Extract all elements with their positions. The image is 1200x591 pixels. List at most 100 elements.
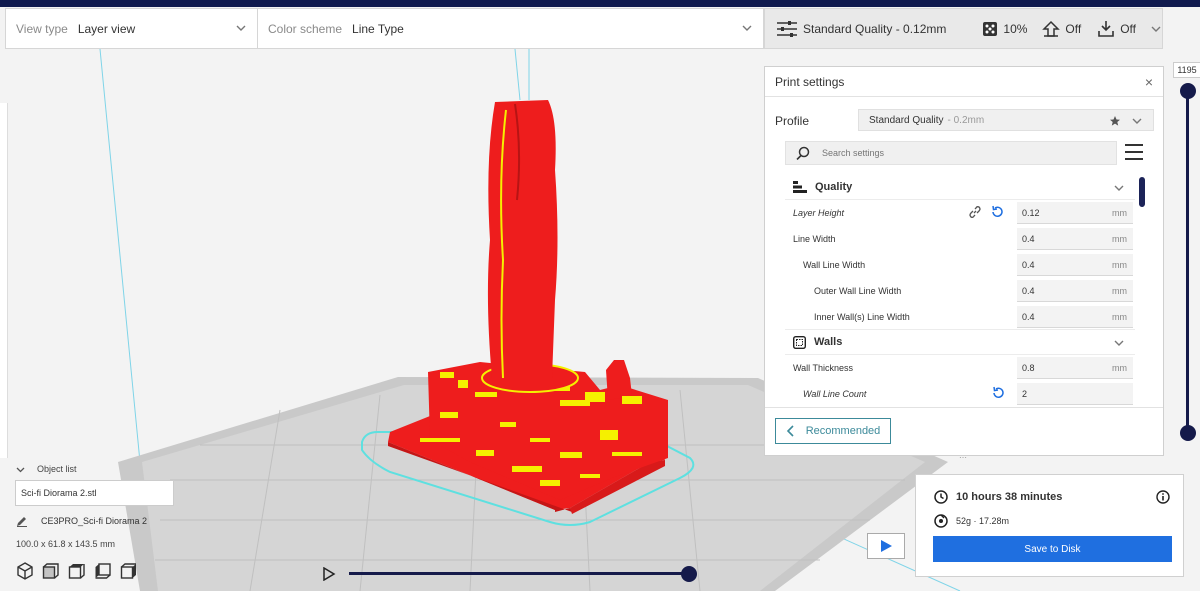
panel-title: Print settings xyxy=(775,74,845,89)
3d-view-icon[interactable] xyxy=(16,562,34,580)
setting-wall-thickness: Wall Thickness 0.8 mm xyxy=(785,355,1135,381)
layer-slider-track[interactable] xyxy=(1186,88,1189,434)
walls-icon xyxy=(793,335,806,349)
color-scheme-value: Line Type xyxy=(352,21,404,36)
setting-value: 2 xyxy=(1022,388,1028,399)
recommended-label: Recommended xyxy=(805,425,881,437)
close-icon[interactable]: × xyxy=(1145,74,1153,90)
color-scheme-select[interactable]: Color scheme Line Type xyxy=(257,8,764,49)
right-view-icon[interactable] xyxy=(120,562,138,580)
object-list-toggle[interactable]: Object list xyxy=(16,464,77,474)
search-input[interactable] xyxy=(822,148,1082,158)
section-quality[interactable]: Quality xyxy=(785,175,1135,200)
path-timeline-track[interactable] xyxy=(349,572,691,575)
setting-value: 0.4 xyxy=(1022,259,1035,270)
settings-list[interactable]: Quality Layer Height 0.12 mm Line Width … xyxy=(785,175,1135,407)
adhesion-value: Off xyxy=(1120,21,1137,36)
reset-icon[interactable] xyxy=(991,386,1005,400)
setting-field[interactable]: 0.4 mm xyxy=(1017,228,1133,250)
setting-field[interactable]: 0.8 mm xyxy=(1017,357,1133,379)
support-value: Off xyxy=(1065,21,1082,36)
reset-icon[interactable] xyxy=(990,205,1004,219)
3d-viewport[interactable]: View type Layer view Color scheme Line T… xyxy=(0,0,1200,591)
setting-field[interactable]: 0.4 mm xyxy=(1017,306,1133,328)
object-list-item[interactable]: Sci-fi Diorama 2.stl xyxy=(15,480,174,506)
chevron-down-icon xyxy=(1114,340,1124,346)
top-view-icon[interactable] xyxy=(68,562,86,580)
setting-line-width: Line Width 0.4 mm xyxy=(785,226,1135,252)
setting-layer-height: Layer Height 0.12 mm xyxy=(785,200,1135,226)
setting-field[interactable]: 0.12 mm xyxy=(1017,202,1133,224)
profile-label: Profile xyxy=(775,114,810,128)
resize-grip-icon[interactable]: ⋯ xyxy=(959,453,967,462)
color-scheme-label: Color scheme xyxy=(268,21,343,36)
sliders-icon xyxy=(777,20,797,37)
chevron-down-icon xyxy=(742,25,752,31)
left-toolbar-edge xyxy=(0,103,8,458)
quality-icon xyxy=(793,181,807,193)
setting-outer-wall-line-width: Outer Wall Line Width 0.4 mm xyxy=(785,278,1135,304)
info-icon[interactable] xyxy=(1156,490,1170,504)
panel-header: Print settings × xyxy=(765,67,1163,97)
chevron-left-icon xyxy=(786,425,794,437)
settings-scrollbar[interactable] xyxy=(1139,177,1145,207)
save-to-disk-button[interactable]: Save to Disk xyxy=(933,536,1172,562)
profile-value: Standard Quality xyxy=(869,114,944,126)
axis-line-center xyxy=(514,48,521,101)
front-view-icon[interactable] xyxy=(42,562,60,580)
setting-value: 0.8 xyxy=(1022,362,1035,373)
print-time: 10 hours 38 minutes xyxy=(956,491,1063,503)
chevron-down-icon xyxy=(236,25,246,31)
setting-unit: mm xyxy=(1112,312,1127,322)
job-name-row[interactable]: CE3PRO_Sci-fi Diorama 2 xyxy=(16,515,147,527)
print-settings-panel: Print settings × Profile Standard Qualit… xyxy=(764,66,1164,462)
print-settings-summary[interactable]: Standard Quality - 0.12mm 10% Off Off xyxy=(764,8,1163,49)
star-icon[interactable] xyxy=(1109,115,1121,127)
panel-footer: Recommended xyxy=(765,407,1163,455)
setting-field[interactable]: 2 xyxy=(1017,383,1133,405)
setting-name: Wall Thickness xyxy=(793,363,854,373)
settings-menu-icon[interactable] xyxy=(1125,144,1143,160)
view-type-label: View type xyxy=(16,21,68,36)
infill-value: 10% xyxy=(1003,21,1028,36)
preview-button[interactable] xyxy=(867,533,905,559)
section-walls[interactable]: Walls xyxy=(785,330,1135,355)
setting-name: Layer Height xyxy=(793,208,845,218)
setting-icons xyxy=(991,386,1005,400)
setting-value: 0.4 xyxy=(1022,311,1035,322)
setting-name: Inner Wall(s) Line Width xyxy=(814,311,910,322)
setting-field[interactable]: 0.4 mm xyxy=(1017,280,1133,302)
chevron-down-icon xyxy=(16,467,25,472)
print-time-row: 10 hours 38 minutes xyxy=(934,490,1062,504)
chevron-down-icon xyxy=(1151,26,1161,32)
model-dimensions: 100.0 x 61.8 x 143.5 mm xyxy=(16,539,116,549)
pencil-icon[interactable] xyxy=(16,515,28,527)
setting-value: 0.12 xyxy=(1022,207,1040,218)
adhesion-icon xyxy=(1098,20,1115,37)
setting-wall-line-count: Wall Line Count 2 xyxy=(785,381,1135,407)
left-view-icon[interactable] xyxy=(94,562,112,580)
setting-field[interactable]: 0.4 mm xyxy=(1017,254,1133,276)
view-type-value: Layer view xyxy=(77,21,136,36)
object-list-label: Object list xyxy=(37,464,77,474)
layer-number-input[interactable]: 1195 xyxy=(1173,62,1200,78)
infill-icon xyxy=(983,21,998,36)
profile-row: Profile Standard Quality - 0.2mm xyxy=(765,107,1163,133)
support-summary: Off xyxy=(1042,20,1081,38)
layer-slider-top-handle[interactable] xyxy=(1180,83,1196,99)
play-icon[interactable] xyxy=(322,567,336,581)
chevron-down-icon xyxy=(1132,118,1142,124)
profile-select[interactable]: Standard Quality - 0.2mm xyxy=(858,109,1154,131)
setting-unit: mm xyxy=(1112,234,1127,244)
adhesion-summary: Off xyxy=(1097,20,1136,38)
quality-summary: Standard Quality - 0.12mm xyxy=(776,20,946,38)
view-type-select[interactable]: View type Layer view xyxy=(5,8,258,49)
layer-slider-bottom-handle[interactable] xyxy=(1180,425,1196,441)
search-box[interactable] xyxy=(785,141,1117,165)
recommended-button[interactable]: Recommended xyxy=(775,418,891,444)
path-timeline-handle[interactable] xyxy=(681,566,697,582)
link-icon[interactable] xyxy=(968,205,982,219)
material-usage: 52g · 17.28m xyxy=(956,516,1010,526)
clock-icon xyxy=(934,490,948,504)
camera-view-buttons xyxy=(16,562,138,580)
